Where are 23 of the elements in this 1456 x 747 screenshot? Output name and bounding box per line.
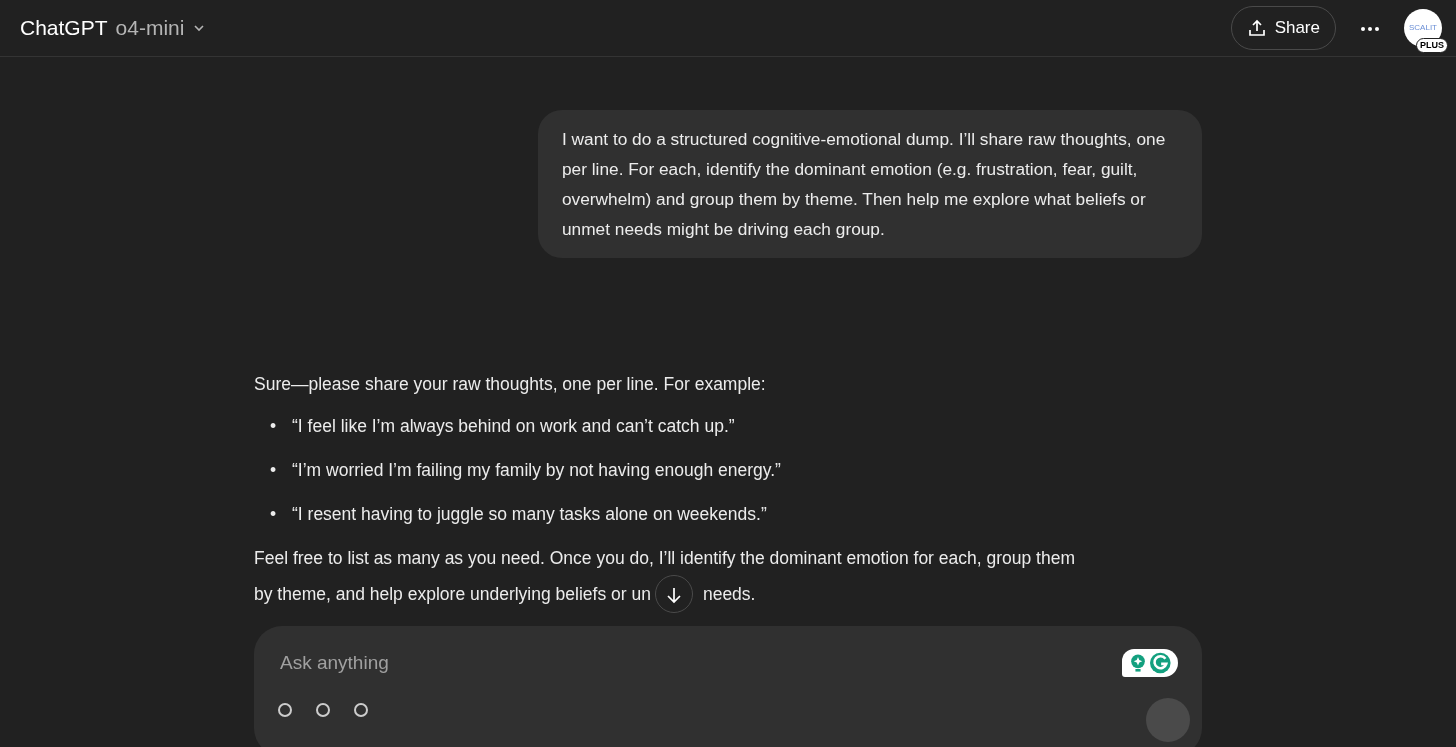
list-item: “I feel like I’m always behind on work and can’t catch up.” [292, 415, 735, 438]
user-message: I want to do a structured cognitive-emotional dump. I’ll share raw thoughts, one per line. For each, identify the dominant emotion (e.g. frustration, fear, guilt, overwhelm) and group them by theme. Then help me explore what beliefs or unmet needs might be driving each group. [538, 110, 1202, 258]
list-item: “I resent having to juggle so many tasks alone on weekends.” [292, 503, 767, 526]
reply-text: Feel free to list as many as you need. Once you do, I’ll identify the dominant emotion for each, group them [254, 547, 1076, 570]
app-title: ChatGPT [20, 15, 108, 42]
avatar-text: SCALIT [1409, 22, 1437, 34]
bullet: • [270, 459, 278, 482]
tool-icon[interactable] [278, 702, 292, 717]
bullet: • [270, 503, 278, 526]
reply-text: Sure—please share your raw thoughts, one per line. For example: [254, 373, 767, 396]
reply-text: needs. [702, 583, 756, 606]
list-item: “I’m worried I’m failing my family by not having enough energy.” [292, 459, 781, 482]
tool-icon[interactable] [354, 702, 368, 717]
grammar-assistant-icon[interactable] [1122, 649, 1178, 678]
bullet: • [270, 415, 278, 438]
scroll-down-button[interactable] [654, 575, 693, 613]
model-selector[interactable]: ChatGPT o4-mini [20, 12, 207, 44]
model-name: o4-mini [115, 15, 185, 42]
tool-icon[interactable] [316, 702, 330, 717]
upload-icon [1246, 18, 1267, 38]
reply-text: by theme, and help explore underlying beliefs or un [254, 583, 651, 606]
message-input[interactable]: Ask anything [278, 648, 878, 679]
more-icon [1360, 25, 1380, 32]
